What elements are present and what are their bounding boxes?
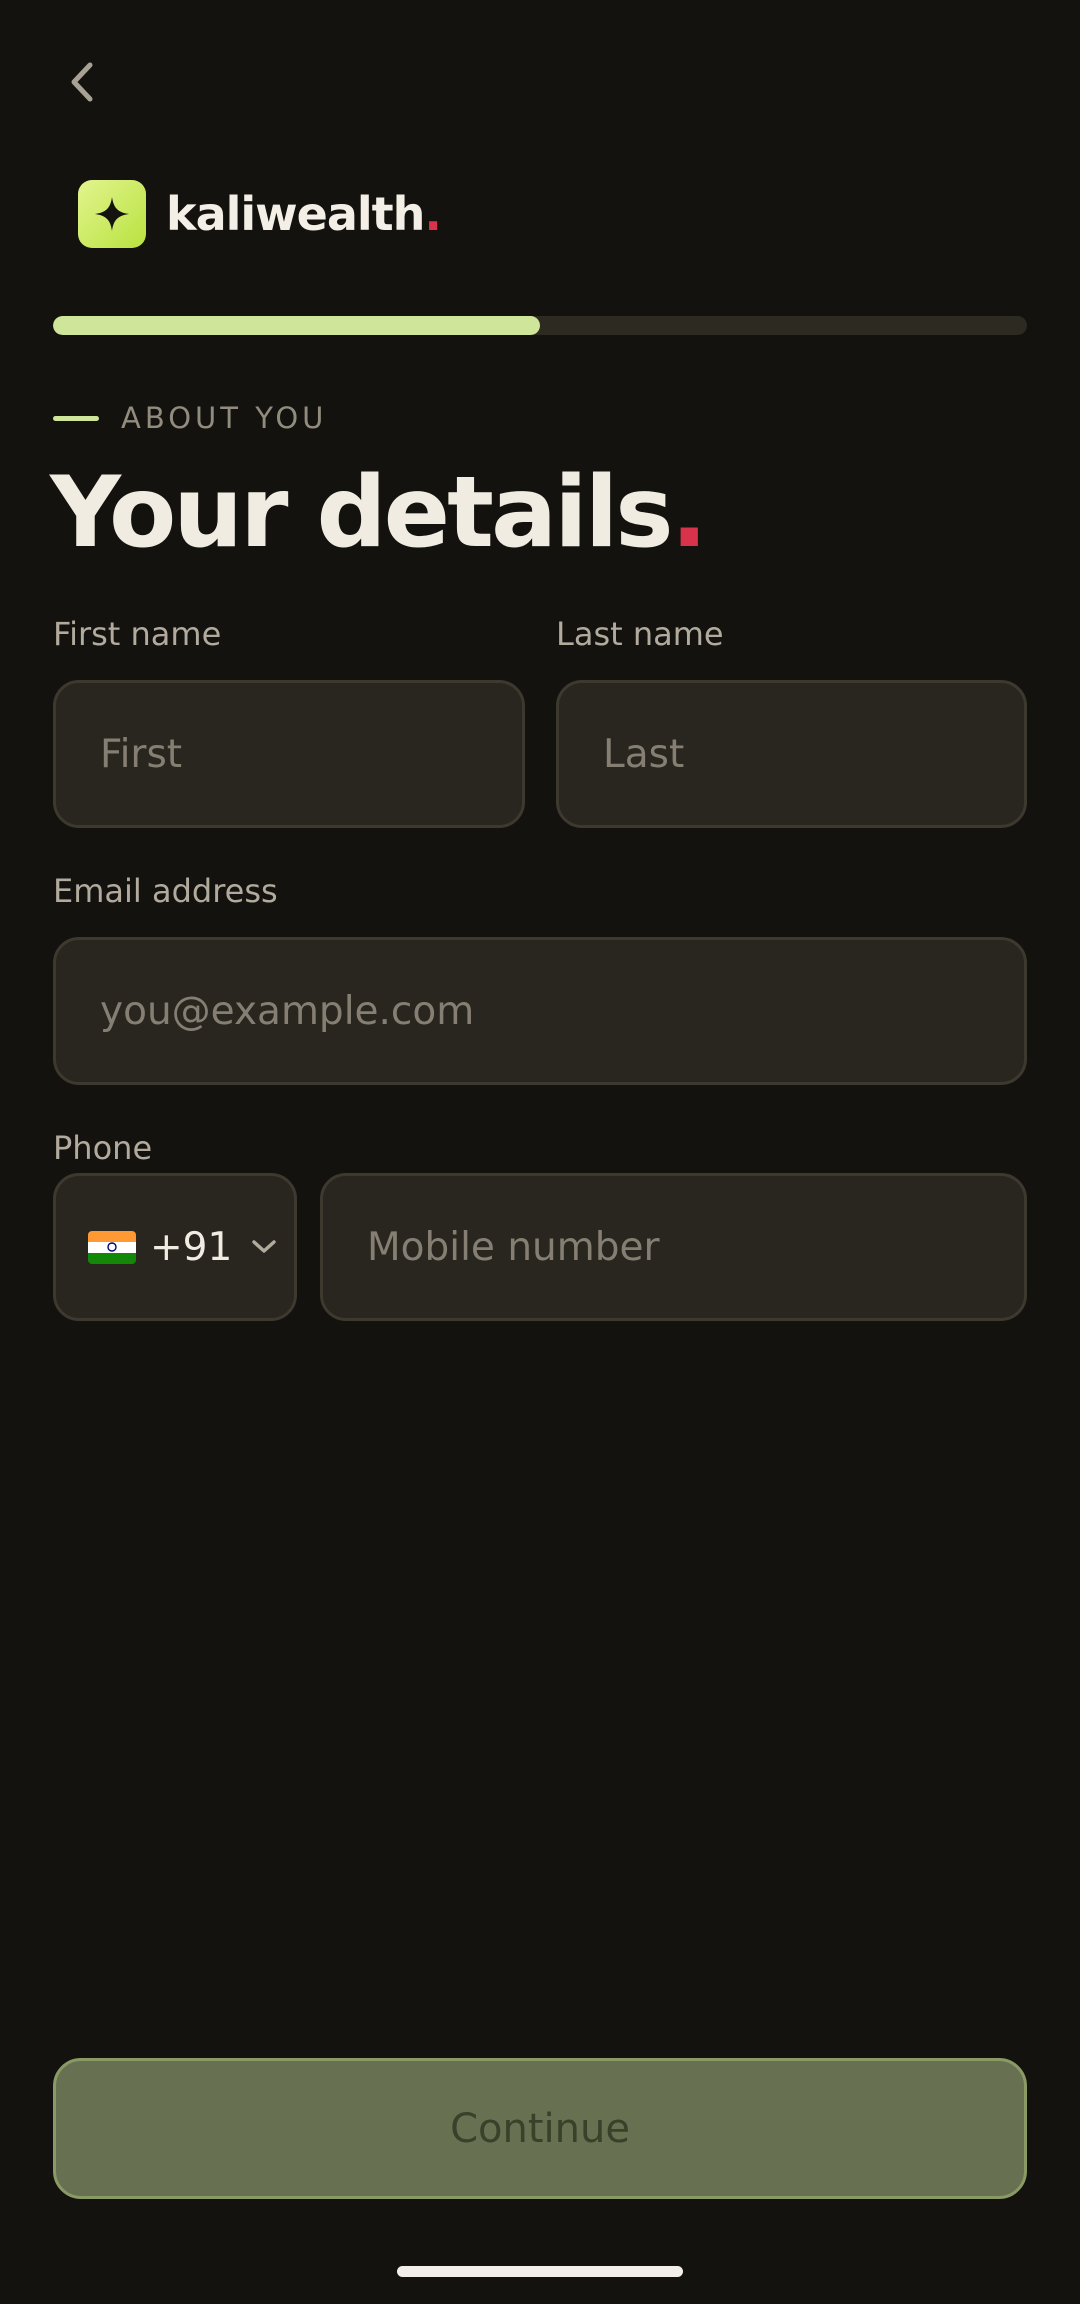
mobile-number-field[interactable] [320, 1173, 1027, 1321]
sparkle-star-icon [95, 197, 129, 231]
email-input[interactable] [100, 988, 1024, 1034]
first-name-field[interactable] [53, 680, 525, 828]
last-name-input[interactable] [603, 731, 1024, 777]
email-field[interactable] [53, 937, 1027, 1085]
page-title: Your details. [50, 459, 708, 568]
brand-name-text: kaliwealth [166, 187, 425, 241]
last-name-label: Last name [556, 615, 724, 653]
section-eyebrow: ABOUT YOU [53, 401, 327, 435]
brand: kaliwealth. [78, 180, 442, 248]
india-flag-icon [88, 1230, 136, 1264]
brand-logo [78, 180, 146, 248]
chevron-left-icon [71, 62, 93, 102]
home-indicator[interactable] [397, 2266, 683, 2277]
eyebrow-text: ABOUT YOU [121, 401, 328, 435]
first-name-label: First name [53, 615, 222, 653]
title-dot: . [670, 456, 708, 570]
continue-button[interactable]: Continue [53, 2058, 1027, 2199]
back-button[interactable] [52, 52, 112, 112]
chevron-down-icon [250, 1238, 278, 1256]
details-screen: kaliwealth. ABOUT YOU Your details. Firs… [0, 0, 1080, 2304]
country-code-select[interactable]: +91 [53, 1173, 297, 1321]
first-name-input[interactable] [100, 731, 522, 777]
mobile-number-input[interactable] [367, 1224, 1024, 1270]
email-label: Email address [53, 872, 278, 910]
progress-bar [53, 316, 1027, 335]
page-title-text: Your details [50, 456, 674, 570]
brand-name: kaliwealth. [166, 187, 442, 241]
phone-label: Phone [53, 1129, 153, 1167]
brand-dot: . [424, 187, 442, 241]
eyebrow-line [53, 415, 99, 421]
last-name-field[interactable] [556, 680, 1027, 828]
dial-code: +91 [150, 1224, 233, 1270]
progress-fill [53, 316, 540, 335]
